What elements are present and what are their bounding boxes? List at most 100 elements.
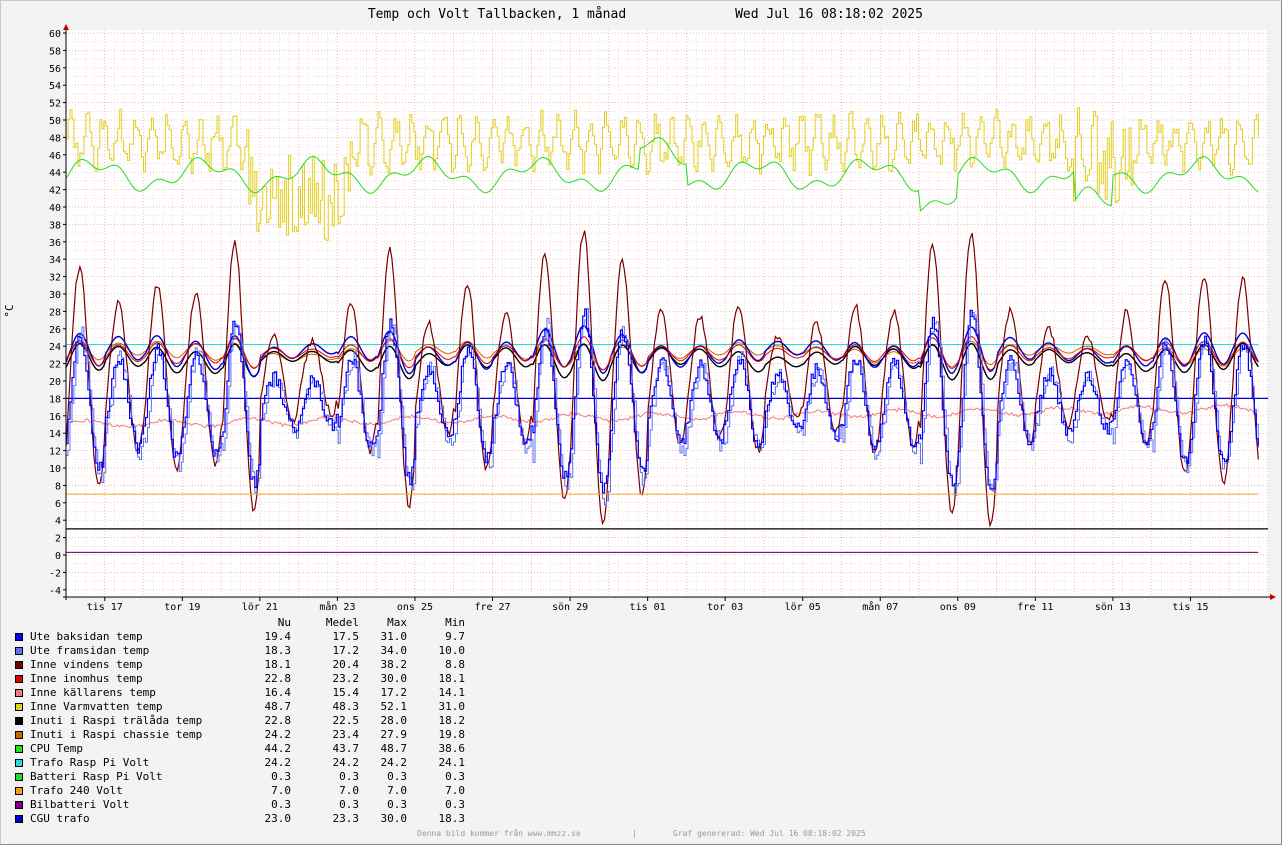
legend-series-name: CGU trafo [30,812,90,825]
legend-value-nu: 0.3 [271,770,291,783]
y-axis-ticks: -4-2024681012141618202224262830323436384… [49,29,66,597]
y-tick-label: 30 [49,290,61,301]
plot-area [66,30,1268,597]
y-tick-label: 20 [49,377,61,388]
legend-value-min: 9.7 [445,630,465,643]
legend-value-max: 28.0 [380,714,408,727]
x-tick-label: tor 03 [707,602,743,613]
legend-swatch [15,675,23,683]
y-tick-label: 6 [55,499,61,510]
legend-swatch [15,703,23,711]
y-tick-label: 34 [49,255,61,266]
legend-value-nu: 16.4 [264,686,292,699]
legend-series-name: Ute framsidan temp [30,644,150,657]
legend-swatch [15,647,23,655]
legend-value-nu: 0.3 [271,798,291,811]
legend-value-nu: 24.2 [264,756,292,769]
x-tick-label: mån 07 [862,600,898,613]
y-tick-label: 24 [49,342,61,353]
legend-swatch [15,661,23,669]
legend-series-name: Inne Varmvatten temp [30,700,163,713]
legend-series-name: Trafo 240 Volt [30,784,123,797]
x-tick-label: lör 21 [242,602,278,613]
legend-swatch [15,633,23,641]
y-tick-label: 32 [49,273,61,284]
legend-series-name: Inuti i Raspi chassie temp [30,728,203,741]
legend-series-name: Inne inomhus temp [30,672,143,685]
y-tick-label: 4 [55,516,61,527]
legend-value-max: 7.0 [387,784,407,797]
y-tick-label: -4 [49,586,61,597]
legend-value-min: 14.1 [438,686,466,699]
legend-value-max: 24.2 [380,756,408,769]
y-tick-label: 54 [49,81,61,92]
x-axis-arrow [1270,594,1276,600]
y-tick-label: 60 [49,29,61,40]
legend-series-name: Inne källarens temp [30,686,156,699]
legend-value-nu: 48.7 [264,700,292,713]
legend-value-min: 18.2 [438,714,466,727]
legend-value-max: 27.9 [380,728,408,741]
y-tick-label: 2 [55,534,61,545]
y-tick-label: 26 [49,325,61,336]
legend-value-min: 10.0 [438,644,466,657]
footer-separator: | [632,829,637,838]
y-tick-label: 58 [49,46,61,57]
legend-swatch [15,787,23,795]
y-tick-label: -2 [49,568,61,579]
y-tick-label: 8 [55,481,61,492]
legend-swatch [15,731,23,739]
legend-series-name: Inuti i Raspi trälåda temp [30,714,203,727]
legend-value-nu: 22.8 [264,714,292,727]
legend-swatch [15,773,23,781]
footer-generated: Graf genererad: Wed Jul 16 08:18:02 2025 [673,829,866,838]
legend-value-nu: 44.2 [264,742,292,755]
legend-value-min: 38.6 [438,742,466,755]
y-tick-label: 14 [49,429,61,440]
legend-swatch [15,801,23,809]
legend-value-min: 8.8 [445,658,465,671]
y-tick-label: 16 [49,412,61,423]
y-tick-label: 40 [49,203,61,214]
y-tick-label: 10 [49,464,61,475]
y-tick-label: 38 [49,220,61,231]
x-tick-label: ons 25 [397,602,433,613]
legend-value-max: 48.7 [380,742,408,755]
y-tick-label: 0 [55,551,61,562]
x-tick-label: lör 05 [785,602,821,613]
legend-value-min: 31.0 [438,700,466,713]
y-tick-label: 50 [49,116,61,127]
chart-timestamp: Wed Jul 16 08:18:02 2025 [735,7,923,22]
legend-col-min: Min [445,616,465,629]
legend-col-max: Max [387,616,407,629]
legend-value-min: 19.8 [438,728,466,741]
y-tick-label: 44 [49,168,61,179]
x-tick-label: tis 01 [630,602,666,613]
x-tick-label: fre 11 [1017,602,1053,613]
x-tick-label: tis 15 [1172,602,1208,613]
legend-series-name: Batteri Rasp Pi Volt [30,770,163,783]
legend-value-nu: 19.4 [264,630,292,643]
x-tick-label: tis 17 [87,602,123,613]
legend-swatch [15,759,23,767]
legend-series-name: Trafo Rasp Pi Volt [30,756,150,769]
y-tick-label: 22 [49,360,61,371]
legend-value-min: 24.1 [438,756,466,769]
y-tick-label: 52 [49,99,61,110]
y-tick-label: 42 [49,186,61,197]
y-tick-label: 28 [49,307,61,318]
x-tick-label: sön 29 [552,602,588,613]
x-tick-label: mån 23 [319,600,355,613]
legend-value-nu: 18.1 [264,658,292,671]
legend-value-max: 0.3 [387,798,407,811]
legend-value-min: 18.1 [438,672,466,685]
legend-value-min: 0.3 [445,798,465,811]
y-tick-label: 18 [49,394,61,405]
x-tick-label: ons 09 [940,602,976,613]
legend-value-min: 7.0 [445,784,465,797]
y-tick-label: 12 [49,447,61,458]
legend-value-max: 34.0 [380,644,408,657]
legend-value-min: 18.3 [438,812,466,825]
legend-series-name: CPU Temp [30,742,83,755]
legend-value-max: 0.3 [387,770,407,783]
